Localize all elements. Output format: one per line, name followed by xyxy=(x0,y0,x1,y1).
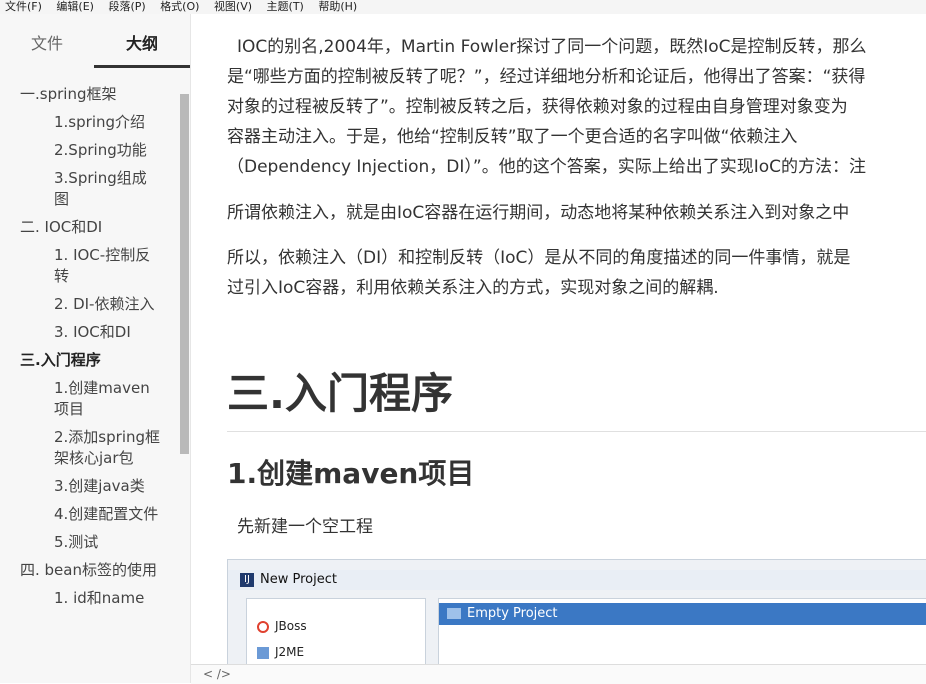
outline-item[interactable]: 3.创建java类 xyxy=(0,476,160,497)
heading-2: 1.创建maven项目 xyxy=(227,457,475,490)
outline-item[interactable]: 2. DI-依赖注入 xyxy=(0,294,160,315)
sidebar-scrollbar[interactable] xyxy=(180,94,189,454)
paragraph-di-ioc-relation: 所以，依赖注入（DI）和控制反转（IoC）是从不同的角度描述的同一件事情，就是 … xyxy=(227,243,926,303)
outline-item[interactable]: 一.spring框架 xyxy=(0,84,170,105)
outline-item[interactable]: 4.创建配置文件 xyxy=(0,504,160,525)
menu-paragraph[interactable]: 段落(P) xyxy=(108,0,145,13)
footer-text: < /> xyxy=(203,667,231,681)
outline-list: 一.spring框架 1.spring介绍 2.Spring功能 3.Spring组成… xyxy=(0,84,180,616)
outline-item[interactable]: 1. IOC-控制反转 xyxy=(0,245,160,287)
paragraph-line: 过引入IoC容器，利用依赖关系注入的方式，实现对象之间的解耦. xyxy=(227,278,719,298)
paragraph-line: 容器主动注入。于是，他给“控制反转”取了一个更合适的名字叫做“依赖注入 xyxy=(227,127,798,147)
status-bar: < /> xyxy=(191,664,926,684)
menu-format[interactable]: 格式(O) xyxy=(160,0,199,13)
dialog-title-bar: IJ New Project xyxy=(228,570,926,590)
outline-item[interactable]: 1.创建maven项目 xyxy=(0,378,160,420)
list-item: JBoss xyxy=(257,617,307,635)
intellij-logo-icon: IJ xyxy=(240,573,254,587)
paragraph-ioc-alias: IOC的别名,2004年，Martin Fowler探讨了同一个问题，既然IoC… xyxy=(227,32,926,182)
heading-1: 三.入门程序 xyxy=(227,369,453,418)
outline-item[interactable]: 2.Spring功能 xyxy=(0,140,160,161)
jboss-icon xyxy=(257,620,269,633)
paragraph-line: IOC的别名,2004年，Martin Fowler探讨了同一个问题，既然IoC… xyxy=(237,37,867,57)
tab-outline[interactable]: 大纲 xyxy=(94,32,190,68)
outline-item[interactable]: 二. IOC和DI xyxy=(0,217,170,238)
heading-divider xyxy=(227,431,926,432)
editor-content[interactable]: IOC的别名,2004年，Martin Fowler探讨了同一个问题，既然IoC… xyxy=(191,14,926,664)
outline-item[interactable]: 1.spring介绍 xyxy=(0,112,160,133)
menu-edit[interactable]: 编辑(E) xyxy=(56,0,94,13)
paragraph-new-project: 先新建一个空工程 xyxy=(237,517,373,537)
project-template-list: Empty Project xyxy=(438,598,926,664)
paragraph-line: 所以，依赖注入（DI）和控制反转（IoC）是从不同的角度描述的同一件事情，就是 xyxy=(227,248,851,268)
tab-files[interactable]: 文件 xyxy=(0,32,94,56)
outline-item[interactable]: 3.Spring组成图 xyxy=(0,168,160,210)
paragraph-line: 对象的过程被反转了”。控制被反转之后，获得依赖对象的过程由自身管理对象变为 xyxy=(227,97,848,117)
outline-item[interactable]: 1. id和name xyxy=(0,588,160,609)
menu-view[interactable]: 视图(V) xyxy=(214,0,252,13)
paragraph-line: 是“哪些方面的控制被反转了呢？”，经过详细地分析和论证后，他得出了答案：“获得 xyxy=(227,67,866,87)
project-type-list: JBoss J2ME xyxy=(246,598,426,664)
dialog-title: New Project xyxy=(260,572,337,587)
menu-bar: 文件(F) 编辑(E) 段落(P) 格式(O) 视图(V) 主题(T) 帮助(H… xyxy=(0,0,926,14)
j2me-icon xyxy=(257,646,269,659)
sidebar: 文件 大纲 一.spring框架 1.spring介绍 2.Spring功能 3.Sp… xyxy=(0,14,191,683)
menu-file[interactable]: 文件(F) xyxy=(5,0,42,13)
outline-item[interactable]: 3. IOC和DI xyxy=(0,322,160,343)
outline-item[interactable]: 5.测试 xyxy=(0,532,160,553)
outline-item[interactable]: 四. bean标签的使用 xyxy=(0,560,170,581)
folder-icon xyxy=(447,608,461,619)
paragraph-di-definition: 所谓依赖注入，就是由IoC容器在运行期间，动态地将某种依赖关系注入到对象之中 xyxy=(227,203,850,223)
outline-item[interactable]: 三.入门程序 xyxy=(0,350,170,371)
menu-theme[interactable]: 主题(T) xyxy=(267,0,304,13)
menu-help[interactable]: 帮助(H) xyxy=(318,0,357,13)
sidebar-tabs: 文件 大纲 xyxy=(0,14,190,70)
paragraph-line: （Dependency Injection，DI）”。他的这个答案，实际上给出了… xyxy=(227,157,866,177)
embedded-screenshot: IJ New Project JBoss J2ME Empty Project xyxy=(227,559,926,664)
selected-template: Empty Project xyxy=(439,603,926,625)
list-item: J2ME xyxy=(257,643,304,661)
outline-item[interactable]: 2.添加spring框架核心jar包 xyxy=(0,427,160,469)
